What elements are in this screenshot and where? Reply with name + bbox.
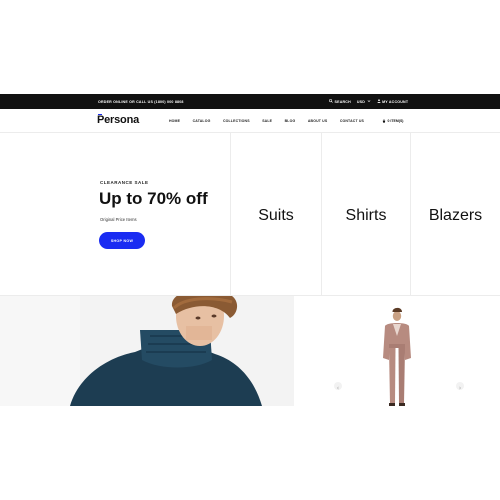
suit-model-photo[interactable] <box>294 296 500 406</box>
nav-item-contact-us[interactable]: CONTACT US <box>340 119 364 123</box>
sale-headline: Up to 70% off <box>99 189 208 208</box>
shop-now-button[interactable]: SHOP NOW <box>99 232 145 249</box>
search-link[interactable]: SEARCH <box>329 99 351 104</box>
category-label: Suits <box>258 206 294 224</box>
main-nav: HOME CATALOG COLLECTIONS SALE BLOG ABOUT… <box>169 119 377 123</box>
top-bar: ORDER ONLINE OR CALL US (1800) 000 8808 … <box>0 94 500 109</box>
sale-subtext: Original Price Items <box>100 217 137 222</box>
currency-select[interactable]: USD <box>357 99 371 104</box>
carousel-prev-button[interactable] <box>334 382 342 390</box>
turtleneck-model-photo[interactable] <box>0 296 294 406</box>
hero-section: CLEARANCE SALE Up to 70% off Original Pr… <box>0 133 500 296</box>
promo-text: ORDER ONLINE OR CALL US (1800) 000 8808 <box>98 99 184 104</box>
search-icon <box>329 99 333 104</box>
category-label: Shirts <box>345 206 387 224</box>
search-label: SEARCH <box>334 99 351 104</box>
cart-link[interactable]: 0 ITEM(S) <box>382 118 404 124</box>
cart-icon <box>382 118 386 124</box>
nav-item-home[interactable]: HOME <box>169 119 180 123</box>
category-tile-shirts[interactable]: Shirts <box>321 133 410 296</box>
arrow-right-icon <box>458 377 462 395</box>
user-icon <box>376 99 381 104</box>
nav-item-catalog[interactable]: CATALOG <box>193 119 211 123</box>
category-tile-suits[interactable]: Suits <box>230 133 321 296</box>
nav-item-collections[interactable]: COLLECTIONS <box>223 119 250 123</box>
site-header: Persona HOME CATALOG COLLECTIONS SALE BL… <box>0 109 500 133</box>
currency-label: USD <box>356 99 366 104</box>
nav-item-blog[interactable]: BLOG <box>285 119 296 123</box>
arrow-left-icon <box>336 377 340 395</box>
chevron-down-icon <box>367 99 371 104</box>
cart-label: 0 ITEM(S) <box>387 119 404 123</box>
featured-photos <box>0 296 500 406</box>
category-label: Blazers <box>428 206 483 224</box>
account-label: MY ACCOUNT <box>382 99 409 104</box>
top-bar-actions: SEARCH USD MY ACCOUNT <box>329 99 408 104</box>
category-tile-blazers[interactable]: Blazers <box>410 133 500 296</box>
account-link[interactable]: MY ACCOUNT <box>376 99 409 104</box>
nav-item-sale[interactable]: SALE <box>262 119 272 123</box>
sale-promo-panel: CLEARANCE SALE Up to 70% off Original Pr… <box>0 133 230 296</box>
page: ORDER ONLINE OR CALL US (1800) 000 8808 … <box>0 0 500 500</box>
carousel-next-button[interactable] <box>456 382 464 390</box>
sale-eyebrow: CLEARANCE SALE <box>100 180 149 185</box>
nav-item-about-us[interactable]: ABOUT US <box>308 119 327 123</box>
logo[interactable]: Persona <box>97 114 139 126</box>
